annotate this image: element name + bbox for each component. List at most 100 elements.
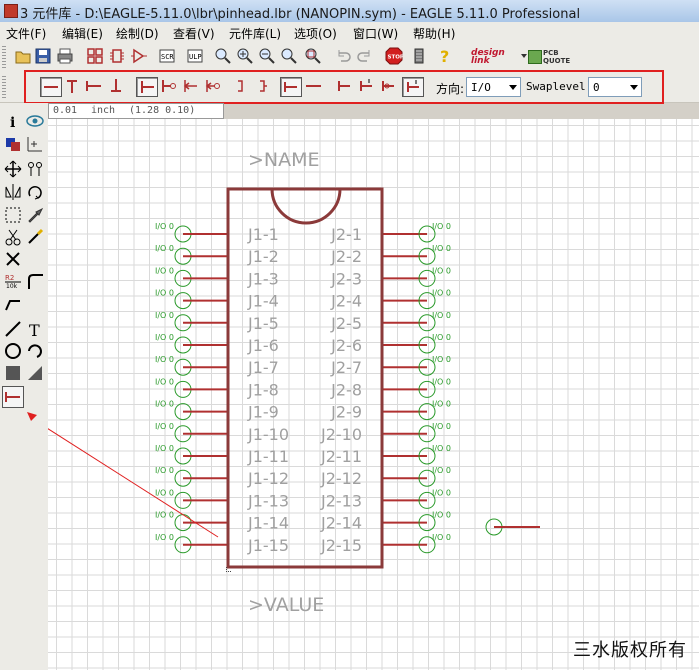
svg-text:SCR: SCR: [161, 53, 174, 61]
polygon-icon[interactable]: [25, 363, 45, 383]
svg-text:R2: R2: [5, 274, 14, 282]
redo-icon[interactable]: [356, 47, 374, 65]
move-icon[interactable]: [3, 159, 23, 179]
rotate-icon[interactable]: [25, 182, 45, 202]
arrowhead-icon: [27, 412, 37, 421]
wire-icon[interactable]: [3, 319, 23, 339]
info-icon[interactable]: i: [3, 111, 23, 131]
menu-draw[interactable]: 绘制(D): [116, 25, 159, 42]
pin-name-label: J2-2: [330, 247, 362, 266]
designlink-logo[interactable]: design link: [471, 47, 521, 67]
pin-io-label: I/O 0: [155, 289, 174, 298]
go-icon[interactable]: [410, 47, 428, 65]
board-icon[interactable]: [86, 47, 104, 65]
undo-icon[interactable]: [334, 47, 352, 65]
pin-io-label: I/O 0: [155, 222, 174, 231]
svg-text:ULP: ULP: [189, 53, 202, 61]
pin-io-label: I/O 0: [432, 355, 451, 364]
pin-name-label: J2-14: [320, 514, 362, 533]
mark-icon[interactable]: [25, 134, 45, 154]
text-icon[interactable]: T: [25, 319, 45, 339]
menu-file[interactable]: 文件(F): [6, 25, 46, 42]
svg-text:T: T: [29, 321, 40, 339]
pin-name-label: J2-8: [330, 380, 362, 399]
pin-io-label: I/O 0: [155, 533, 174, 542]
name-icon[interactable]: R2 10k: [3, 271, 23, 291]
copy-icon[interactable]: [25, 159, 45, 179]
circle-icon[interactable]: [3, 341, 23, 361]
designlink-dropdown-icon[interactable]: [521, 54, 527, 58]
toolbar-grip[interactable]: [2, 46, 6, 68]
pin-tool-icon[interactable]: [2, 386, 24, 408]
show-icon[interactable]: [25, 111, 45, 131]
zoom-select-icon[interactable]: [304, 47, 322, 65]
change-icon[interactable]: [25, 205, 45, 225]
pin-name-label: J1-13: [247, 491, 289, 510]
menu-options[interactable]: 选项(O): [294, 25, 337, 42]
pin-io-label: I/O 0: [432, 244, 451, 253]
drawing-canvas[interactable]: I/O 0 J1-1 I/O 0 J1-2 I/O 0 J1-3 I/O 0 J1-4 I/O …: [48, 119, 699, 670]
mirror-icon[interactable]: [3, 182, 23, 202]
menu-help[interactable]: 帮助(H): [413, 25, 455, 42]
name-placeholder[interactable]: >NAME: [248, 149, 320, 171]
pin-name-label: J2-1: [330, 225, 362, 244]
zoom-out-icon[interactable]: [258, 47, 276, 65]
pin-group: I/O 0 J1-1 I/O 0 J1-2 I/O 0 J1-3 I/O 0 J1-4 I/O …: [155, 222, 451, 555]
pcb-quote-button[interactable]: PCB QUOTE: [528, 48, 571, 66]
open-icon[interactable]: [14, 47, 32, 65]
menu-window[interactable]: 窗口(W): [353, 25, 398, 42]
zoom-redraw-icon[interactable]: [280, 47, 298, 65]
paste-icon[interactable]: [25, 227, 45, 247]
highlight-box: [24, 70, 664, 104]
save-icon[interactable]: [34, 47, 52, 65]
stop-icon[interactable]: STOP: [385, 47, 403, 65]
pin-name-label: J1-2: [247, 247, 279, 266]
run-ulp-icon[interactable]: ULP: [186, 47, 204, 65]
pin-name-label: J2-15: [320, 536, 362, 555]
symbol-drawing: I/O 0 J1-1 I/O 0 J1-2 I/O 0 J1-3 I/O 0 J1-4 I/O …: [48, 149, 540, 616]
svg-text:?: ?: [440, 47, 449, 65]
pin-name-label: J1-3: [247, 269, 279, 288]
chip-icon[interactable]: [108, 47, 126, 65]
pin-name-label: J2-3: [330, 269, 362, 288]
title-bar: 3 元件库 - D:\EAGLE-5.11.0\lbr\pinhead.lbr …: [0, 0, 699, 23]
value-placeholder[interactable]: >VALUE: [248, 594, 324, 616]
pin-name-label: J1-7: [247, 358, 279, 377]
split-icon[interactable]: [3, 293, 23, 313]
display-icon[interactable]: [3, 134, 23, 154]
zoom-in-icon[interactable]: [236, 47, 254, 65]
svg-text:10k: 10k: [6, 283, 18, 290]
pin-io-label: I/O 0: [432, 266, 451, 275]
pin-io-label: I/O 0: [432, 422, 451, 431]
pin-io-label: I/O 0: [155, 244, 174, 253]
toolbar-grip[interactable]: [2, 76, 6, 98]
pin-name-label: J1-15: [247, 536, 289, 555]
script-icon[interactable]: SCR: [158, 47, 176, 65]
miter-icon[interactable]: [25, 271, 45, 291]
pin-io-label: I/O 0: [155, 400, 174, 409]
print-icon[interactable]: [56, 47, 74, 65]
pin-name-label: J1-11: [247, 447, 289, 466]
zoom-fit-icon[interactable]: [214, 47, 232, 65]
delete-icon[interactable]: [3, 249, 23, 269]
rect-icon[interactable]: [3, 363, 23, 383]
app-icon: [4, 4, 18, 18]
coordinate-display: 0.01 inch (1.28 0.10): [48, 103, 224, 119]
pin-io-label: I/O 0: [432, 400, 451, 409]
help-icon[interactable]: ?: [436, 47, 454, 65]
menu-edit[interactable]: 编辑(E): [62, 25, 103, 42]
pcb-quote-label: PCB QUOTE: [543, 49, 571, 65]
arc-icon[interactable]: [25, 341, 45, 361]
menu-view[interactable]: 查看(V): [173, 25, 215, 42]
pin-name-label: J2-5: [330, 314, 362, 333]
command-toolbar: i R2 10k T: [0, 103, 49, 670]
cut-icon[interactable]: [3, 227, 23, 247]
pin-io-label: I/O 0: [155, 333, 174, 342]
menu-library[interactable]: 元件库(L): [229, 25, 281, 42]
pin-name-label: J1-8: [247, 380, 279, 399]
pin-name-label: J1-10: [247, 425, 289, 444]
symbol-icon[interactable]: [130, 47, 148, 65]
pin-io-label: I/O 0: [432, 466, 451, 475]
svg-text:STOP: STOP: [388, 55, 404, 61]
group-icon[interactable]: [3, 205, 23, 225]
